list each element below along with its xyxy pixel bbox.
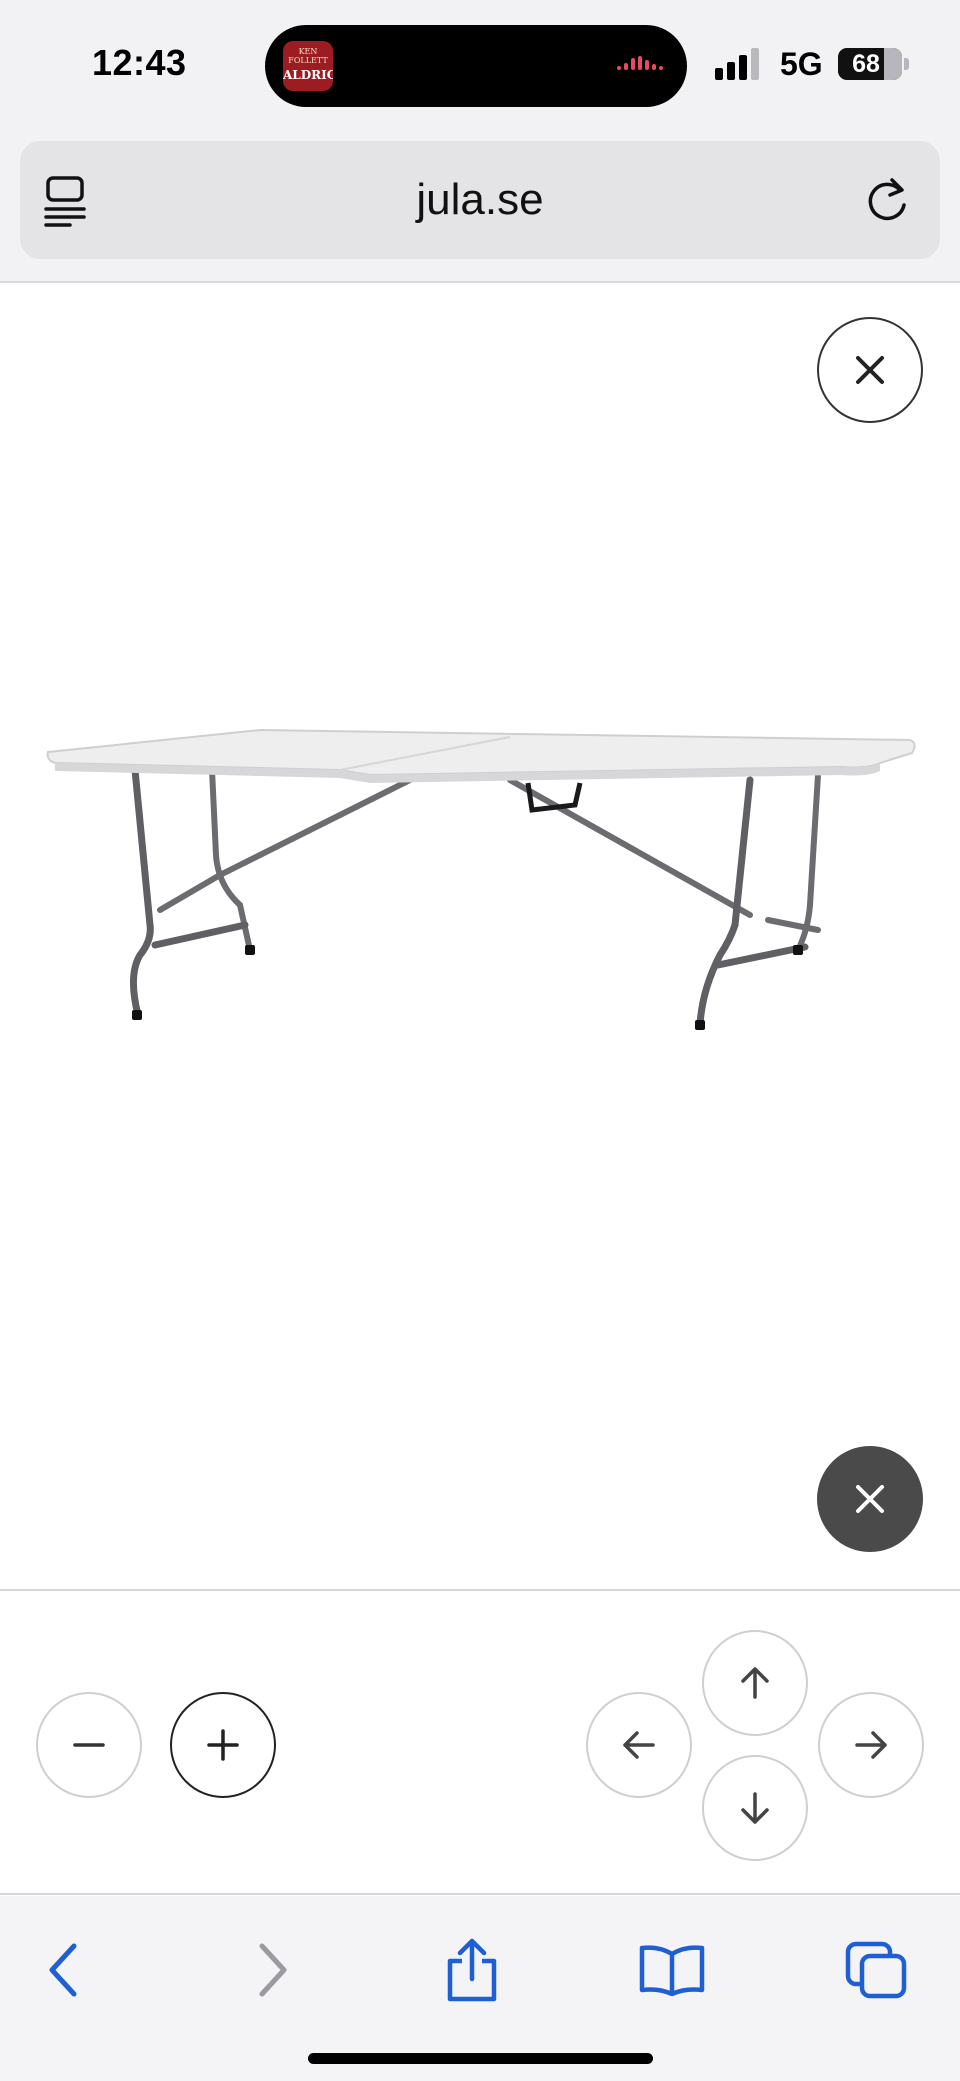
share-button[interactable] bbox=[432, 1930, 512, 2010]
minus-icon bbox=[73, 1743, 105, 1747]
folding-table-image bbox=[46, 728, 916, 1030]
arrow-right-icon bbox=[855, 1731, 887, 1759]
battery-percent: 68 bbox=[852, 50, 880, 78]
image-controls bbox=[0, 1589, 960, 1895]
pan-left-button[interactable] bbox=[586, 1692, 692, 1798]
reload-icon[interactable] bbox=[862, 172, 914, 228]
status-time: 12:43 bbox=[92, 42, 187, 83]
pan-right-button[interactable] bbox=[818, 1692, 924, 1798]
zoom-out-button[interactable] bbox=[36, 1692, 142, 1798]
battery-cap bbox=[904, 58, 909, 70]
close-viewer-button[interactable] bbox=[817, 317, 923, 423]
browser-chrome: 12:43 KEN FOLLETT ALDRIG 5G 68 jula.se bbox=[0, 0, 960, 283]
dynamic-island[interactable]: KEN FOLLETT ALDRIG bbox=[265, 25, 687, 107]
back-icon bbox=[49, 1943, 77, 1997]
forward-icon bbox=[259, 1943, 287, 1997]
forward-button[interactable] bbox=[232, 1930, 312, 2010]
tabs-icon bbox=[845, 1941, 907, 1999]
home-indicator bbox=[308, 2053, 653, 2064]
pan-down-button[interactable] bbox=[702, 1755, 808, 1861]
audio-waveform-icon bbox=[617, 56, 665, 74]
share-icon bbox=[447, 1938, 497, 2002]
zoom-in-button[interactable] bbox=[170, 1692, 276, 1798]
bookmarks-icon bbox=[639, 1945, 705, 1997]
browser-toolbar bbox=[0, 1896, 960, 2081]
reader-menu-icon[interactable] bbox=[40, 172, 92, 228]
address-bar[interactable]: jula.se bbox=[20, 141, 940, 259]
back-button[interactable] bbox=[24, 1930, 104, 2010]
artwork-line-1: KEN bbox=[298, 47, 318, 56]
artwork-line-3: ALDRIG bbox=[283, 68, 333, 82]
network-type: 5G bbox=[780, 46, 823, 82]
plus-icon bbox=[207, 1729, 239, 1761]
url-text[interactable]: jula.se bbox=[20, 141, 940, 259]
cellular-signal-icon bbox=[715, 48, 765, 80]
tabs-button[interactable] bbox=[836, 1930, 916, 2010]
battery-icon: 68 bbox=[838, 48, 902, 80]
now-playing-artwork: KEN FOLLETT ALDRIG bbox=[283, 41, 333, 91]
close-icon bbox=[856, 356, 884, 384]
close-image-button[interactable] bbox=[817, 1446, 923, 1552]
arrow-up-icon bbox=[741, 1667, 769, 1699]
bookmarks-button[interactable] bbox=[632, 1930, 712, 2010]
arrow-left-icon bbox=[623, 1731, 655, 1759]
pan-up-button[interactable] bbox=[702, 1630, 808, 1736]
artwork-line-2: FOLLETT bbox=[288, 56, 328, 65]
arrow-down-icon bbox=[741, 1792, 769, 1824]
image-viewer bbox=[0, 285, 960, 1588]
close-icon bbox=[856, 1485, 884, 1513]
